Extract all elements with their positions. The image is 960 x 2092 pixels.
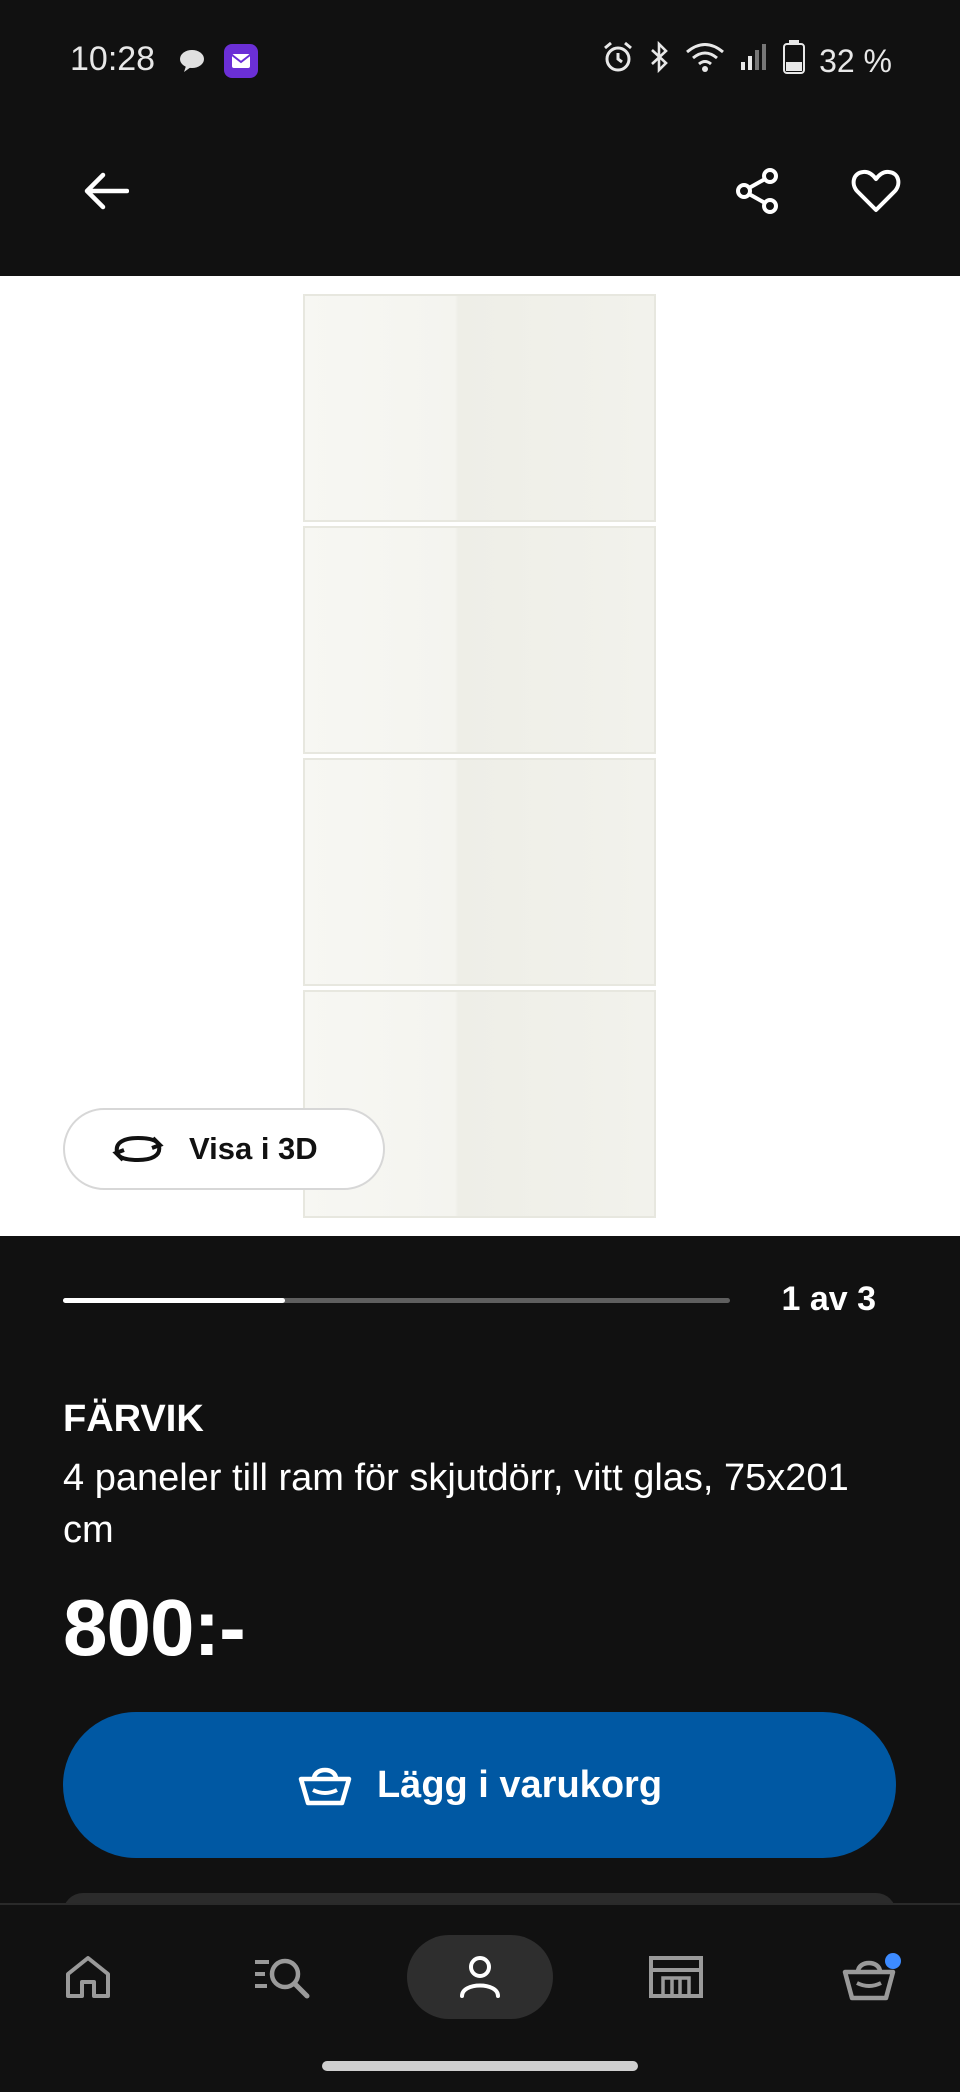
- home-icon: [66, 1956, 110, 1998]
- share-icon: [736, 168, 778, 214]
- cart-icon: [842, 1953, 901, 2001]
- system-icons: 32 %: [601, 40, 892, 82]
- gallery-progress-bar: [63, 1298, 730, 1303]
- view-3d-button[interactable]: Visa i 3D: [63, 1108, 385, 1190]
- cart-notification-dot: [885, 1953, 901, 1969]
- notification-icons: [178, 44, 258, 83]
- product-name: FÄRVIK: [63, 1398, 204, 1440]
- signal-icon: [739, 42, 769, 80]
- glass-panel: [303, 526, 656, 754]
- back-arrow-icon: [84, 172, 129, 210]
- heart-icon: [851, 169, 901, 212]
- nav-home[interactable]: [15, 1935, 161, 2019]
- view-3d-label: Visa i 3D: [189, 1131, 318, 1166]
- back-button[interactable]: [66, 151, 146, 231]
- home-indicator: [322, 2061, 638, 2071]
- bluetooth-icon: [649, 40, 671, 81]
- product-image-gallery[interactable]: Visa i 3D: [0, 276, 960, 1236]
- nav-profile[interactable]: [407, 1935, 553, 2019]
- favorite-button[interactable]: [836, 151, 916, 231]
- nav-search[interactable]: [210, 1935, 356, 2019]
- chat-bubble-icon: [178, 48, 206, 79]
- rotate-3d-icon: [112, 1135, 164, 1163]
- status-time: 10:28: [70, 40, 156, 78]
- alarm-icon: [601, 40, 635, 82]
- nav-store[interactable]: [603, 1935, 749, 2019]
- glass-panel: [303, 294, 656, 522]
- battery-percent: 32 %: [819, 42, 892, 79]
- store-icon: [649, 1956, 703, 1998]
- app-bar: [0, 126, 960, 276]
- status-bar: 10:28 32 %: [0, 0, 960, 126]
- share-button[interactable]: [718, 151, 798, 231]
- add-to-cart-label: Lägg i varukorg: [376, 1763, 663, 1806]
- gallery-progress-fill: [63, 1298, 286, 1303]
- search-list-icon: [255, 1958, 310, 1999]
- basket-icon: [298, 1767, 352, 1806]
- profile-icon: [460, 1956, 500, 1998]
- mail-app-icon: [224, 44, 258, 83]
- battery-icon: [783, 40, 806, 82]
- wifi-icon: [685, 42, 725, 80]
- nav-cart[interactable]: [798, 1935, 944, 2019]
- add-to-cart-button[interactable]: Lägg i varukorg: [63, 1712, 896, 1858]
- product-description: 4 paneler till ram för skjutdörr, vitt g…: [63, 1457, 849, 1551]
- glass-panel: [303, 758, 656, 986]
- product-price: 800:-: [63, 1583, 246, 1672]
- gallery-counter: 1 av 3: [781, 1280, 876, 1318]
